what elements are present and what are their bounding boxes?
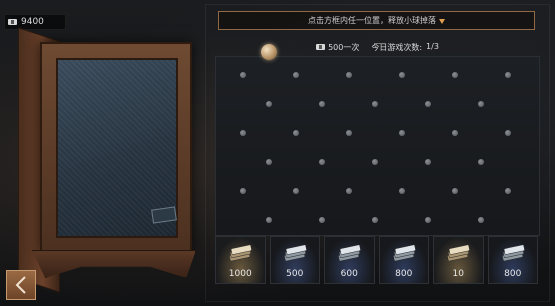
reward-amount: 800 <box>504 269 522 279</box>
peg <box>425 159 431 165</box>
cost-per-play: 500一次 <box>316 42 359 53</box>
peg <box>505 72 511 78</box>
peg <box>266 159 272 165</box>
chevron-left-icon <box>15 276 26 294</box>
peg <box>505 188 511 194</box>
cash-bundle-icon <box>501 245 525 261</box>
reward-slot: 500 <box>269 236 320 284</box>
ball[interactable] <box>261 44 277 60</box>
back-button[interactable] <box>6 270 36 300</box>
peg <box>372 159 378 165</box>
attempts-label: 今日游戏次数: <box>371 42 423 52</box>
peg <box>399 130 405 136</box>
peg <box>319 101 325 107</box>
cash-bundle-icon <box>447 245 471 261</box>
peg <box>346 188 352 194</box>
peg <box>240 72 246 78</box>
ticket-icon <box>8 19 17 25</box>
peg <box>240 130 246 136</box>
peg <box>372 217 378 223</box>
peg <box>505 130 511 136</box>
peg <box>346 72 352 78</box>
reward-amount: 10 <box>452 269 464 279</box>
peg <box>240 188 246 194</box>
peg <box>452 188 458 194</box>
peg <box>425 217 431 223</box>
cabinet-illustration <box>10 27 196 298</box>
peg <box>293 188 299 194</box>
peg <box>266 217 272 223</box>
peg <box>293 72 299 78</box>
cost-text: 500一次 <box>328 42 360 52</box>
cash-bundle-icon <box>338 245 362 261</box>
peg <box>425 101 431 107</box>
daily-attempts: 今日游戏次数: 1/3 <box>371 42 439 53</box>
reward-slot: 800 <box>378 236 429 284</box>
plinko-panel: 点击方框内任一位置，释放小球掉落 500一次 今日游戏次数: 1/3 1000 5… <box>200 0 555 306</box>
reward-slot: 1000 <box>215 236 266 284</box>
reward-slot: 600 <box>324 236 375 284</box>
peg <box>399 72 405 78</box>
reward-amount: 500 <box>286 269 304 279</box>
reward-slot: 800 <box>487 236 538 284</box>
peg <box>319 159 325 165</box>
reward-slot: 10 <box>433 236 484 284</box>
game-info-row: 500一次 今日游戏次数: 1/3 <box>205 38 550 56</box>
peg-board[interactable] <box>215 56 540 236</box>
reward-amount: 600 <box>340 269 358 279</box>
peg <box>293 130 299 136</box>
attempts-value: 1/3 <box>426 41 439 51</box>
peg <box>478 217 484 223</box>
reward-slots: 1000 500 600 800 10 800 <box>215 236 538 284</box>
instruction-text: 点击方框内任一位置，释放小球掉落 <box>308 16 436 25</box>
currency-amount: 9400 <box>21 17 44 27</box>
peg <box>399 188 405 194</box>
peg <box>346 130 352 136</box>
cash-bundle-icon <box>392 245 416 261</box>
cabinet-base <box>32 250 196 278</box>
cash-bundle-icon <box>229 245 253 261</box>
peg <box>372 101 378 107</box>
peg <box>266 101 272 107</box>
peg <box>478 101 484 107</box>
arrow-down-icon <box>439 18 445 24</box>
ticket-icon <box>316 44 326 50</box>
reward-amount: 1000 <box>228 269 252 279</box>
peg <box>478 159 484 165</box>
peg <box>452 130 458 136</box>
reward-amount: 800 <box>395 269 413 279</box>
peg <box>319 217 325 223</box>
cash-bundle-icon <box>283 245 307 261</box>
peg <box>452 72 458 78</box>
instruction-banner: 点击方框内任一位置，释放小球掉落 <box>218 11 535 30</box>
